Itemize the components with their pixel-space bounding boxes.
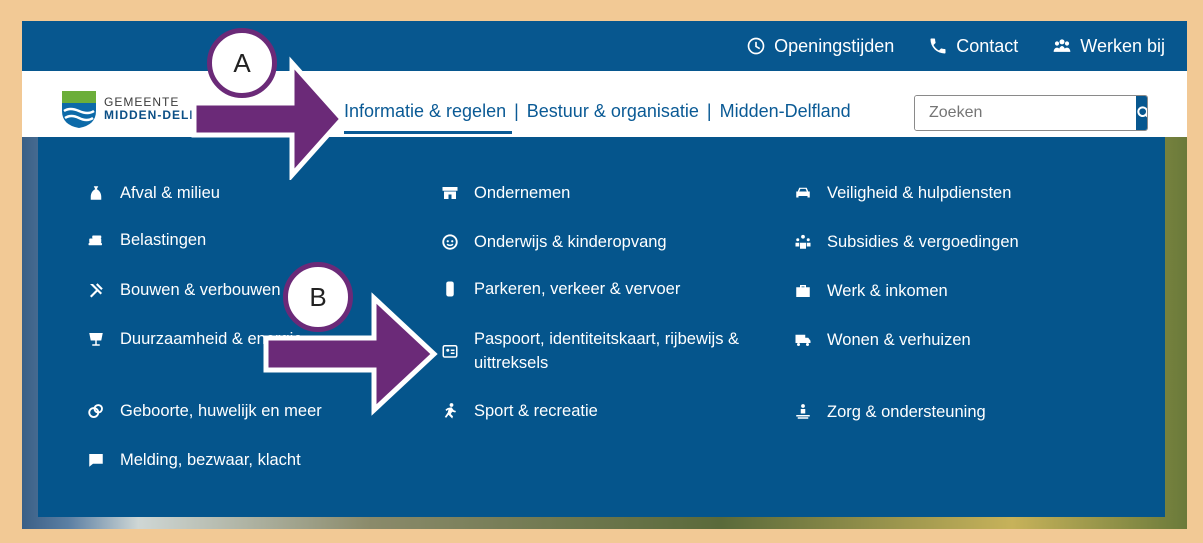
menu-item-afval-milieu[interactable]: Afval & milieu <box>86 181 220 205</box>
menu-item-subsidies[interactable]: Subsidies & vergoedingen <box>793 230 1019 254</box>
nav-bestuur-organisatie[interactable]: Bestuur & organisatie <box>521 101 705 122</box>
menu-label: Sport & recreatie <box>474 402 598 420</box>
id-card-icon <box>440 339 460 363</box>
menu-item-belastingen[interactable]: Belastingen <box>86 228 206 252</box>
browser-frame: Openingstijden Contact Werken bij GEMEEN… <box>22 21 1187 529</box>
rings-icon <box>86 399 106 423</box>
car-icon <box>793 181 813 205</box>
menu-item-duurzaamheid-energie[interactable]: Duurzaamheid & energie <box>86 327 303 351</box>
utility-bar: Openingstijden Contact Werken bij <box>22 21 1187 71</box>
menu-item-wonen-verhuizen[interactable]: Wonen & verhuizen <box>793 328 971 352</box>
nav-midden-delfland[interactable]: Midden-Delfland <box>714 101 857 122</box>
waste-bag-icon <box>86 181 106 205</box>
nav-informatie-regelen[interactable]: Informatie & regelen <box>338 101 513 134</box>
running-icon <box>440 399 460 423</box>
message-icon <box>86 448 106 472</box>
phone-icon <box>930 38 946 54</box>
child-face-icon <box>440 230 460 254</box>
menu-label: Veiligheid & hulpdiensten <box>827 184 1012 202</box>
menu-item-geboorte-huwelijk[interactable]: Geboorte, huwelijk en meer <box>86 399 322 423</box>
menu-label: Paspoort, identiteitskaart, rijbewijs & … <box>474 330 740 372</box>
search-box <box>914 95 1148 131</box>
menu-label: Werk & inkomen <box>827 282 948 300</box>
menu-label: Wonen & verhuizen <box>827 331 971 349</box>
menu-label: Zorg & ondersteuning <box>827 403 986 421</box>
menu-item-sport-recreatie[interactable]: Sport & recreatie <box>440 399 598 423</box>
openingstijden-label: Openingstijden <box>774 35 895 56</box>
contact-label: Contact <box>956 35 1019 56</box>
menu-item-paspoort[interactable]: Paspoort, identiteitskaart, rijbewijs & … <box>440 327 770 375</box>
annotation-badge-a: A <box>207 28 277 98</box>
search-button[interactable] <box>1136 96 1147 130</box>
werken-bij-link[interactable]: Werken bij <box>1052 36 1165 57</box>
menu-item-veiligheid[interactable]: Veiligheid & hulpdiensten <box>793 181 1011 205</box>
menu-item-zorg-ondersteuning[interactable]: Zorg & ondersteuning <box>793 400 986 424</box>
site-header: GEMEENTE MIDDEN-DELFLAND Informatie & re… <box>22 71 1187 137</box>
menu-label: Duurzaamheid & energie <box>120 330 303 348</box>
menu-item-werk-inkomen[interactable]: Werk & inkomen <box>793 279 948 303</box>
werken-bij-label: Werken bij <box>1080 35 1165 56</box>
briefcase-icon <box>793 279 813 303</box>
money-icon <box>86 228 106 252</box>
menu-label: Belastingen <box>120 231 207 249</box>
menu-label: Bouwen & verbouwen <box>120 281 281 299</box>
menu-label: Ondernemen <box>474 184 571 202</box>
tools-icon <box>86 278 106 302</box>
menu-label: Subsidies & vergoedingen <box>827 233 1019 251</box>
menu-item-onderwijs-kinderopvang[interactable]: Onderwijs & kinderopvang <box>440 230 667 254</box>
mega-menu: Afval & milieu Belastingen Bouwen & verb… <box>38 137 1165 517</box>
shop-icon <box>440 181 460 205</box>
annotation-badge-b: B <box>283 262 353 332</box>
menu-label: Onderwijs & kinderopvang <box>474 233 667 251</box>
people-icon <box>1053 39 1071 52</box>
menu-item-melding-bezwaar[interactable]: Melding, bezwaar, klacht <box>86 448 301 472</box>
coat-of-arms-icon <box>62 91 96 128</box>
care-icon <box>793 400 813 424</box>
menu-item-ondernemen[interactable]: Ondernemen <box>440 181 570 205</box>
search-input[interactable] <box>915 96 1136 130</box>
search-icon <box>1137 106 1147 118</box>
logo-line2: MIDDEN-DELFLAND <box>104 108 235 122</box>
menu-label: Afval & milieu <box>120 184 220 202</box>
menu-item-parkeren-verkeer[interactable]: Parkeren, verkeer & vervoer <box>440 277 680 301</box>
nav-separator: | <box>514 101 519 121</box>
menu-label: Parkeren, verkeer & vervoer <box>474 280 681 298</box>
traffic-light-icon <box>440 277 460 301</box>
site-logo[interactable]: GEMEENTE MIDDEN-DELFLAND <box>60 89 235 129</box>
main-navigation: Informatie & regelen | Bestuur & organis… <box>338 101 857 134</box>
contact-link[interactable]: Contact <box>928 36 1018 57</box>
solar-panel-icon <box>86 327 106 351</box>
moving-truck-icon <box>793 328 813 352</box>
openingstijden-link[interactable]: Openingstijden <box>746 36 894 57</box>
group-icon <box>793 230 813 254</box>
menu-label: Melding, bezwaar, klacht <box>120 451 301 469</box>
menu-label: Geboorte, huwelijk en meer <box>120 402 322 420</box>
nav-separator: | <box>706 101 712 121</box>
clock-icon <box>747 37 765 55</box>
menu-item-bouwen-verbouwen[interactable]: Bouwen & verbouwen <box>86 278 281 302</box>
